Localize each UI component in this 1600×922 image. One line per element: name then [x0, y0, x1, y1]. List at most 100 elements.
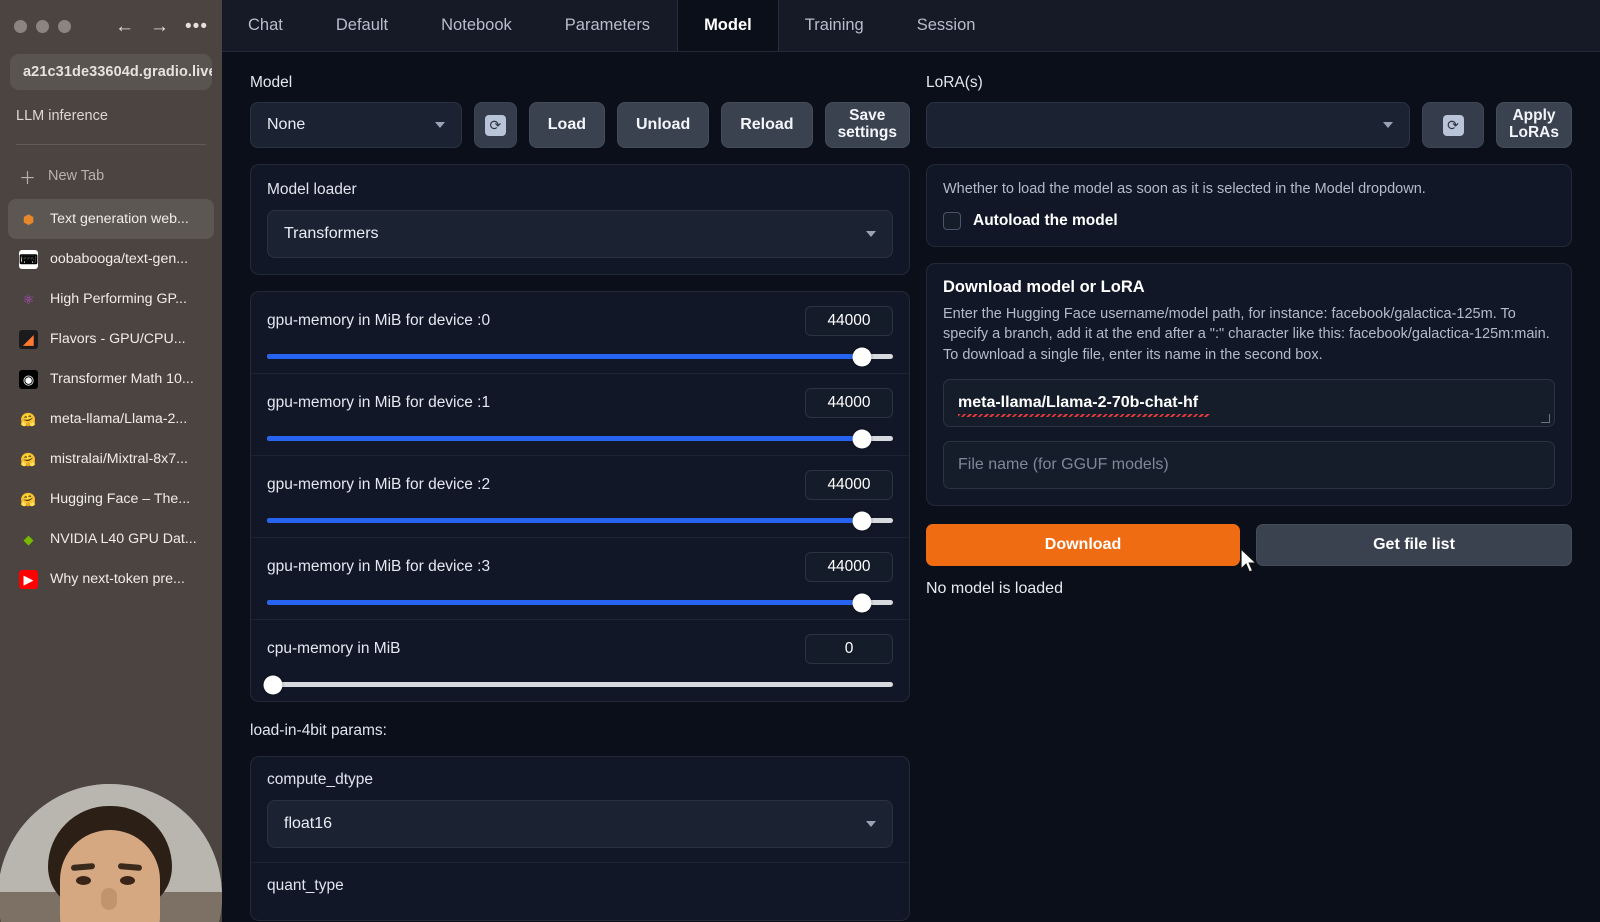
compute-dtype-value: float16 — [284, 815, 333, 832]
slider-thumb[interactable] — [852, 511, 872, 530]
address-bar[interactable]: a21c31de33604d.gradio.live — [10, 54, 212, 90]
list-item-label: Flavors - GPU/CPU... — [50, 331, 186, 347]
huggingface-pink-icon: ⚛ — [22, 291, 35, 307]
reload-button[interactable]: Reload — [721, 102, 813, 148]
model-dropdown-value: None — [267, 116, 306, 133]
new-tab-button[interactable]: ＋ New Tab — [8, 157, 214, 195]
model-dropdown[interactable]: None — [250, 102, 462, 148]
tab-training[interactable]: Training — [779, 0, 891, 51]
address-bar-url: a21c31de33604d.gradio.live — [23, 64, 212, 80]
model-loader-card: Model loader Transformers — [250, 164, 910, 275]
refresh-icon: ⟳ — [484, 114, 506, 136]
tab-notebook[interactable]: Notebook — [415, 0, 539, 51]
list-item[interactable]: ⌨ oobabooga/text-gen... — [8, 239, 214, 279]
tab-session[interactable]: Session — [891, 0, 1003, 51]
spellcheck-underline — [958, 414, 1210, 418]
chevron-down-icon — [435, 122, 445, 128]
autoload-checkbox-row[interactable]: Autoload the model — [943, 211, 1555, 230]
slider-track[interactable] — [267, 347, 893, 366]
slider-track[interactable] — [267, 593, 893, 612]
sidebar-divider — [16, 144, 206, 145]
save-settings-button[interactable]: Save settings — [824, 102, 910, 148]
get-file-list-button[interactable]: Get file list — [1256, 524, 1572, 567]
ooba-icon: ⬢ — [22, 211, 35, 227]
slider-thumb[interactable] — [263, 675, 283, 694]
slider-thumb[interactable] — [852, 347, 872, 366]
autoload-card: Whether to load the model as soon as it … — [926, 164, 1572, 247]
model-path-input[interactable]: meta-llama/Llama-2-70b-chat-hf — [943, 379, 1555, 428]
model-loader-label: Model loader — [267, 181, 357, 198]
tab-chat[interactable]: Chat — [222, 0, 310, 51]
lora-dropdown[interactable] — [926, 102, 1411, 148]
download-help-text: Enter the Hugging Face username/model pa… — [943, 305, 1550, 363]
save-settings-line1: Save — [849, 107, 886, 125]
slider-track[interactable] — [263, 675, 893, 694]
load-button[interactable]: Load — [528, 102, 605, 148]
list-item[interactable]: 🤗 Hugging Face – The... — [8, 479, 214, 519]
slider-value-input[interactable]: 44000 — [805, 306, 893, 336]
bookmark-list: ⬢ Text generation web... ⌨ oobabooga/tex… — [0, 199, 222, 599]
autoload-checkbox[interactable] — [943, 211, 961, 230]
huggingface-icon: 🤗 — [20, 451, 37, 467]
forward-arrow-icon[interactable]: → — [150, 17, 169, 36]
list-item[interactable]: ◉ Transformer Math 10... — [8, 359, 214, 399]
webcam-person-eye-left — [76, 876, 91, 885]
maximize-window-button[interactable] — [58, 19, 71, 33]
refresh-loras-button[interactable]: ⟳ — [1422, 102, 1485, 148]
list-item[interactable]: ◆ NVIDIA L40 GPU Dat... — [8, 519, 214, 559]
autoload-checkbox-label: Autoload the model — [973, 211, 1118, 229]
slider-gpu-memory-2: gpu-memory in MiB for device :2 44000 — [251, 456, 909, 538]
close-window-button[interactable] — [14, 19, 27, 33]
slider-value-input[interactable]: 44000 — [805, 552, 893, 582]
back-arrow-icon[interactable]: ← — [115, 17, 134, 36]
download-button[interactable]: Download — [926, 524, 1240, 567]
compute-dtype-dropdown[interactable]: float16 — [267, 800, 893, 848]
model-path-value: meta-llama/Llama-2-70b-chat-hf — [958, 394, 1199, 412]
quant-type-field: quant_type — [251, 863, 909, 920]
new-tab-label: New Tab — [48, 168, 105, 184]
more-options-icon[interactable]: ••• — [185, 17, 208, 36]
github-icon: ⌨ — [19, 249, 38, 269]
list-item-label: Text generation web... — [50, 211, 189, 227]
webcam-person-eye-right — [120, 876, 135, 885]
list-item[interactable]: ⬢ Text generation web... — [8, 199, 214, 239]
list-item[interactable]: ▶ Why next-token pre... — [8, 559, 214, 599]
slider-track[interactable] — [267, 429, 893, 448]
model-section-label: Model — [250, 74, 293, 91]
model-loader-dropdown[interactable]: Transformers — [267, 210, 893, 258]
minimize-window-button[interactable] — [36, 19, 49, 33]
slider-track[interactable] — [267, 511, 893, 530]
slider-label: gpu-memory in MiB for device :1 — [267, 394, 491, 411]
model-page-content: Model None ⟳ Load Unload Reload Save set… — [222, 52, 1600, 921]
slider-value-input[interactable]: 0 — [805, 634, 893, 664]
webcam-overlay — [0, 750, 222, 922]
refresh-models-button[interactable]: ⟳ — [474, 102, 517, 148]
tab-default[interactable]: Default — [310, 0, 415, 51]
slider-value-input[interactable]: 44000 — [805, 388, 893, 418]
list-item[interactable]: 🤗 mistralai/Mixtral-8x7... — [8, 439, 214, 479]
list-item[interactable]: ◢ Flavors - GPU/CPU... — [8, 319, 214, 359]
window-traffic-lights[interactable] — [14, 19, 71, 33]
chevron-down-icon — [866, 231, 876, 237]
tab-model[interactable]: Model — [677, 0, 779, 51]
apply-loras-button[interactable]: Apply LoRAs — [1496, 102, 1572, 148]
tab-parameters[interactable]: Parameters — [539, 0, 677, 51]
list-item[interactable]: 🤗 meta-llama/Llama-2... — [8, 399, 214, 439]
list-item[interactable]: ⚛ High Performing GP... — [8, 279, 214, 319]
file-name-placeholder: File name (for GGUF models) — [958, 456, 1169, 474]
download-actions-row: Download Get file list — [926, 524, 1572, 567]
slider-value-input[interactable]: 44000 — [805, 470, 893, 500]
resize-handle[interactable] — [1541, 414, 1550, 424]
screen-root: ← → ••• a21c31de33604d.gradio.live LLM i… — [0, 0, 1600, 922]
list-item-label: Why next-token pre... — [50, 571, 185, 587]
browser-nav-buttons: ← → ••• — [115, 17, 208, 36]
quant-type-label: quant_type — [267, 877, 344, 894]
unload-button[interactable]: Unload — [617, 102, 710, 148]
slider-thumb[interactable] — [852, 429, 872, 448]
list-item-label: mistralai/Mixtral-8x7... — [50, 451, 188, 467]
apply-loras-line2: LoRAs — [1509, 124, 1559, 141]
file-name-input[interactable]: File name (for GGUF models) — [943, 441, 1555, 490]
slider-thumb[interactable] — [852, 593, 872, 612]
eleuther-icon: ◉ — [19, 369, 38, 389]
slider-fill — [267, 600, 862, 605]
